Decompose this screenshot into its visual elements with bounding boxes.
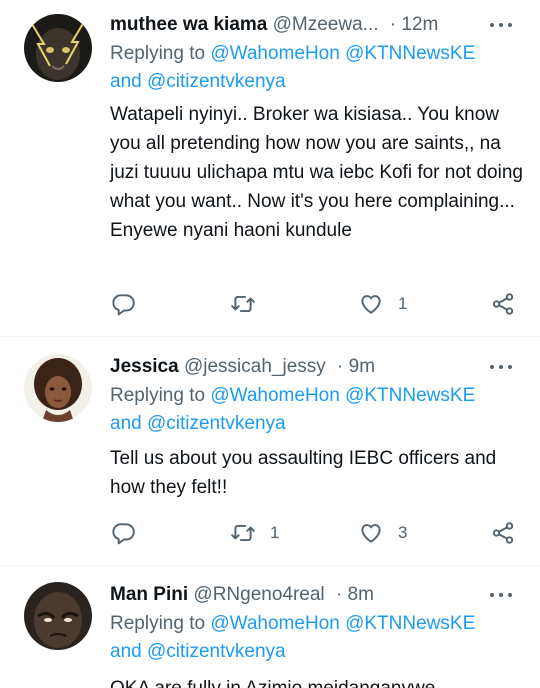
tweet-header: muthee wa kiama @Mzeewa... · 12m bbox=[110, 10, 540, 40]
replying-and: and bbox=[110, 413, 147, 434]
like-icon bbox=[361, 295, 381, 314]
share-button[interactable] bbox=[490, 518, 516, 548]
mention-link[interactable]: @WahomeHon bbox=[210, 385, 339, 406]
mention-link[interactable]: @KTNNewsKE bbox=[345, 43, 475, 64]
user-handle[interactable]: @RNgeno4real bbox=[193, 584, 324, 605]
mention-link[interactable]: @KTNNewsKE bbox=[345, 385, 475, 406]
like-button[interactable]: 3 bbox=[358, 518, 407, 548]
user-handle[interactable]: @Mzeewa... bbox=[273, 14, 379, 35]
share-icon bbox=[492, 293, 514, 315]
reply-icon bbox=[112, 523, 135, 545]
like-count: 3 bbox=[398, 523, 408, 542]
tweet[interactable]: muthee wa kiama @Mzeewa... · 12m Replyin… bbox=[0, 10, 540, 332]
tweet-header: Jessica @jessicah_jessy · 9m bbox=[110, 352, 540, 382]
timestamp[interactable]: · 8m bbox=[336, 584, 374, 605]
display-name[interactable]: Man Pini bbox=[110, 584, 188, 605]
user-handle[interactable]: @jessicah_jessy bbox=[184, 356, 326, 377]
retweet-icon bbox=[231, 295, 255, 313]
replying-and: and bbox=[110, 71, 147, 92]
reply-icon bbox=[112, 294, 135, 316]
replying-prefix: Replying to bbox=[110, 43, 211, 64]
more-icon[interactable] bbox=[490, 360, 512, 374]
avatar[interactable] bbox=[24, 354, 92, 422]
tweet[interactable]: Jessica @jessicah_jessy · 9m Replying to… bbox=[0, 352, 540, 562]
share-button[interactable] bbox=[490, 289, 516, 319]
timestamp[interactable]: · 9m bbox=[337, 356, 375, 377]
tweet-header: Man Pini @RNgeno4real · 8m bbox=[110, 580, 540, 610]
avatar[interactable] bbox=[24, 582, 92, 650]
replying-prefix: Replying to bbox=[110, 613, 211, 634]
retweet-count: 1 bbox=[270, 523, 280, 542]
tweet-actions: 1 3 bbox=[110, 518, 520, 548]
display-name[interactable]: muthee wa kiama bbox=[110, 14, 267, 35]
display-name[interactable]: Jessica bbox=[110, 356, 179, 377]
tweet[interactable]: Man Pini @RNgeno4real · 8m Replying to @… bbox=[0, 580, 540, 688]
mention-link[interactable]: @WahomeHon bbox=[210, 613, 339, 634]
reply-button[interactable] bbox=[110, 289, 136, 319]
tweet-actions: 1 bbox=[110, 289, 520, 319]
avatar[interactable] bbox=[24, 14, 92, 82]
mention-link[interactable]: @citizentvkenya bbox=[147, 413, 286, 434]
timestamp[interactable]: · 12m bbox=[390, 14, 439, 35]
replying-and: and bbox=[110, 641, 147, 662]
tweet-text: OKA are fully in Azimio meidanganywe bbox=[110, 674, 525, 688]
more-icon[interactable] bbox=[490, 588, 512, 602]
share-icon bbox=[492, 522, 514, 544]
mention-link[interactable]: @WahomeHon bbox=[210, 43, 339, 64]
like-count: 1 bbox=[398, 294, 408, 313]
mention-link[interactable]: @citizentvkenya bbox=[147, 71, 286, 92]
retweet-button[interactable]: 1 bbox=[230, 518, 279, 548]
replying-prefix: Replying to bbox=[110, 385, 211, 406]
divider bbox=[0, 336, 540, 337]
mention-link[interactable]: @citizentvkenya bbox=[147, 641, 286, 662]
reply-button[interactable] bbox=[110, 518, 136, 548]
retweet-icon bbox=[231, 524, 255, 542]
tweet-text: Watapeli nyinyi.. Broker wa kisiasa.. Yo… bbox=[110, 104, 523, 241]
like-icon bbox=[361, 524, 381, 543]
mention-link[interactable]: @KTNNewsKE bbox=[345, 613, 475, 634]
more-icon[interactable] bbox=[490, 18, 512, 32]
retweet-button[interactable] bbox=[230, 289, 256, 319]
replying-to: Replying to @WahomeHon @KTNNewsKE and @ci… bbox=[110, 610, 520, 666]
replying-to: Replying to @WahomeHon @KTNNewsKE and @ci… bbox=[110, 40, 520, 96]
like-button[interactable]: 1 bbox=[358, 289, 407, 319]
divider bbox=[0, 565, 540, 566]
tweet-text: Tell us about you assaulting IEBC office… bbox=[110, 448, 497, 498]
replying-to: Replying to @WahomeHon @KTNNewsKE and @ci… bbox=[110, 382, 520, 438]
